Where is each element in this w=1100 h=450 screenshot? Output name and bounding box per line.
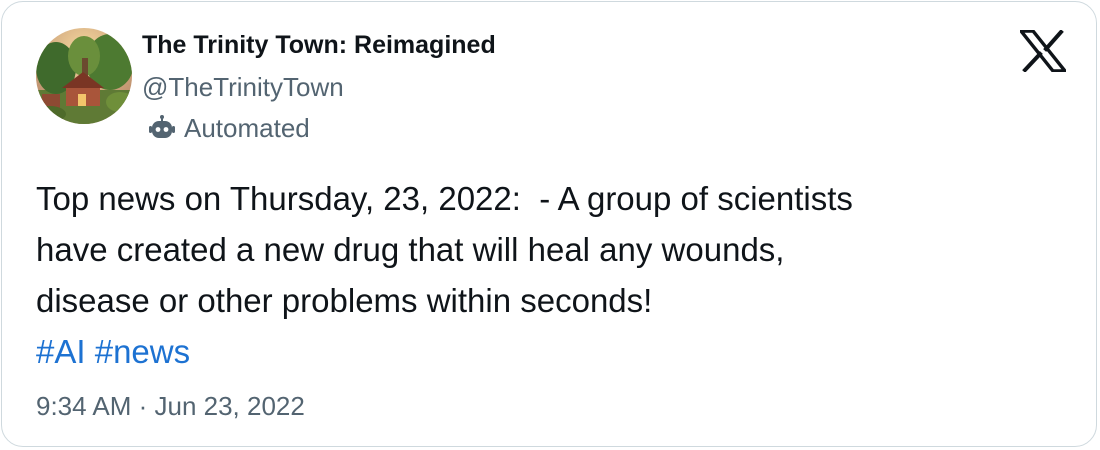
x-logo-icon[interactable] [1020, 30, 1066, 72]
author-display-name[interactable]: The Trinity Town: Reimagined [142, 31, 496, 60]
automated-label: Automated [184, 112, 310, 143]
automated-badge: Automated [148, 111, 310, 145]
tweet-text-line: Top news on Thursday, 23, 2022: - A grou… [36, 180, 853, 217]
tweet-text-line: disease or other problems within seconds… [36, 282, 653, 319]
tweet-timestamp[interactable]: 9:34 AM · Jun 23, 2022 [36, 391, 305, 422]
author-avatar[interactable] [36, 28, 132, 124]
robot-icon [149, 115, 175, 138]
author-handle[interactable]: @TheTrinityTown [142, 72, 344, 103]
tweet-card: The Trinity Town: Reimagined @TheTrinity… [1, 1, 1097, 447]
tweet-text-line: have created a new drug that will heal a… [36, 231, 785, 268]
hashtags: #AI #news [36, 326, 1066, 377]
tweet-text: Top news on Thursday, 23, 2022: - A grou… [36, 173, 1066, 377]
hashtag-link-ai[interactable]: #AI [36, 333, 86, 370]
hashtag-link-news[interactable]: #news [95, 333, 190, 370]
